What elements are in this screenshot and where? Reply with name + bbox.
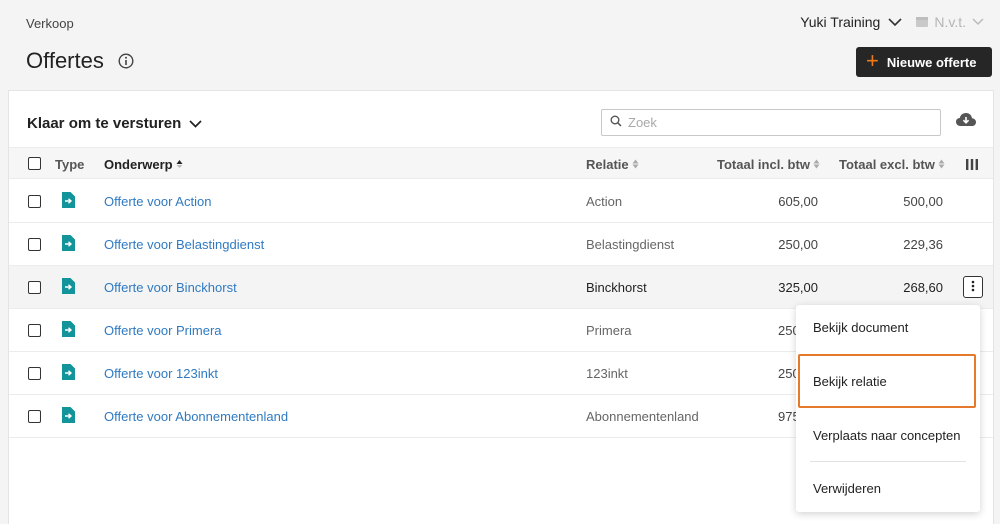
select-all-checkbox[interactable] (28, 157, 41, 170)
search-input[interactable] (628, 115, 918, 130)
row-checkbox[interactable] (28, 238, 41, 251)
more-vertical-icon (971, 280, 975, 295)
calendar-icon (916, 14, 929, 30)
menu-item-move-to-drafts[interactable]: Verplaats naar concepten (813, 428, 960, 443)
organisation-selector[interactable]: Yuki Training (800, 14, 880, 30)
chevron-down-icon[interactable] (972, 18, 984, 26)
document-icon (62, 278, 75, 297)
row-relation: Action (586, 194, 623, 209)
top-right-controls: Yuki Training N.v.t. (800, 14, 984, 30)
table-row[interactable]: Offerte voor Binckhorst Binckhorst 325,0… (9, 266, 993, 309)
column-total-excl[interactable]: Totaal excl. btw (839, 157, 945, 172)
row-actions-button[interactable] (963, 276, 983, 298)
document-icon (62, 235, 75, 254)
row-total-incl: 325,00 (778, 280, 818, 295)
row-checkbox[interactable] (28, 324, 41, 337)
cloud-download-icon[interactable] (955, 111, 977, 132)
document-icon (62, 407, 75, 426)
row-subject-link[interactable]: Offerte voor Belastingdienst (104, 237, 264, 252)
plus-icon: + (866, 48, 879, 73)
status-filter-label: Klaar om te versturen (27, 115, 182, 132)
column-settings-icon[interactable] (966, 158, 978, 173)
page-title: Offertes (26, 48, 104, 73)
new-quote-label: Nieuwe offerte (886, 54, 977, 70)
search-box[interactable] (601, 109, 941, 136)
column-subject[interactable]: Onderwerp (104, 157, 183, 172)
sort-icon (938, 157, 945, 172)
row-total-excl: 500,00 (903, 194, 943, 209)
document-icon (62, 321, 75, 340)
row-total-incl: 250,00 (778, 237, 818, 252)
menu-item-view-document[interactable]: Bekijk document (813, 320, 908, 335)
row-total-excl: 268,60 (903, 280, 943, 295)
document-icon (62, 192, 75, 211)
row-subject-link[interactable]: Offerte voor Abonnementenland (104, 409, 288, 424)
row-relation: Abonnementenland (586, 409, 699, 424)
column-total-incl[interactable]: Totaal incl. btw (717, 157, 820, 172)
status-filter-dropdown[interactable]: Klaar om te versturen (27, 115, 202, 132)
chevron-down-icon (189, 115, 202, 132)
row-subject-link[interactable]: Offerte voor 123inkt (104, 366, 218, 381)
new-quote-button[interactable]: + Nieuwe offerte (856, 47, 992, 77)
row-relation: 123inkt (586, 366, 628, 381)
row-total-excl: 229,36 (903, 237, 943, 252)
row-relation: Binckhorst (586, 280, 647, 295)
row-subject-link[interactable]: Offerte voor Action (104, 194, 211, 209)
table-row[interactable]: Offerte voor Belastingdienst Belastingdi… (9, 223, 993, 266)
breadcrumb[interactable]: Verkoop (26, 16, 74, 31)
row-total-incl: 605,00 (778, 194, 818, 209)
menu-divider (810, 461, 966, 462)
menu-item-delete[interactable]: Verwijderen (813, 481, 881, 496)
row-checkbox[interactable] (28, 410, 41, 423)
table-header: Type Onderwerp Relatie Totaal incl. btw … (9, 147, 993, 179)
column-relation[interactable]: Relatie (586, 157, 639, 172)
info-icon[interactable] (118, 53, 134, 74)
sort-icon (813, 157, 820, 172)
sort-icon (632, 157, 639, 172)
column-total-incl-label: Totaal incl. btw (717, 157, 810, 172)
column-type: Type (55, 157, 85, 172)
column-total-excl-label: Totaal excl. btw (839, 157, 935, 172)
sort-ascending-icon (176, 157, 183, 172)
row-subject-link[interactable]: Offerte voor Binckhorst (104, 280, 237, 295)
table-row[interactable]: Offerte voor Action Action 605,00 500,00 (9, 180, 993, 223)
row-subject-link[interactable]: Offerte voor Primera (104, 323, 222, 338)
row-checkbox[interactable] (28, 367, 41, 380)
chevron-down-icon[interactable] (888, 17, 902, 27)
column-relation-label: Relatie (586, 157, 629, 172)
row-relation: Belastingdienst (586, 237, 675, 252)
search-icon (610, 114, 622, 132)
document-icon (62, 364, 75, 383)
row-checkbox[interactable] (28, 281, 41, 294)
row-checkbox[interactable] (28, 195, 41, 208)
year-value: N.v.t. (934, 14, 966, 30)
menu-item-view-relation[interactable]: Bekijk relatie (813, 374, 887, 389)
year-selector[interactable]: N.v.t. (916, 14, 984, 30)
row-actions-menu: Bekijk document Bekijk relatie Verplaats… (796, 305, 980, 512)
row-relation: Primera (586, 323, 632, 338)
column-subject-label: Onderwerp (104, 157, 173, 172)
